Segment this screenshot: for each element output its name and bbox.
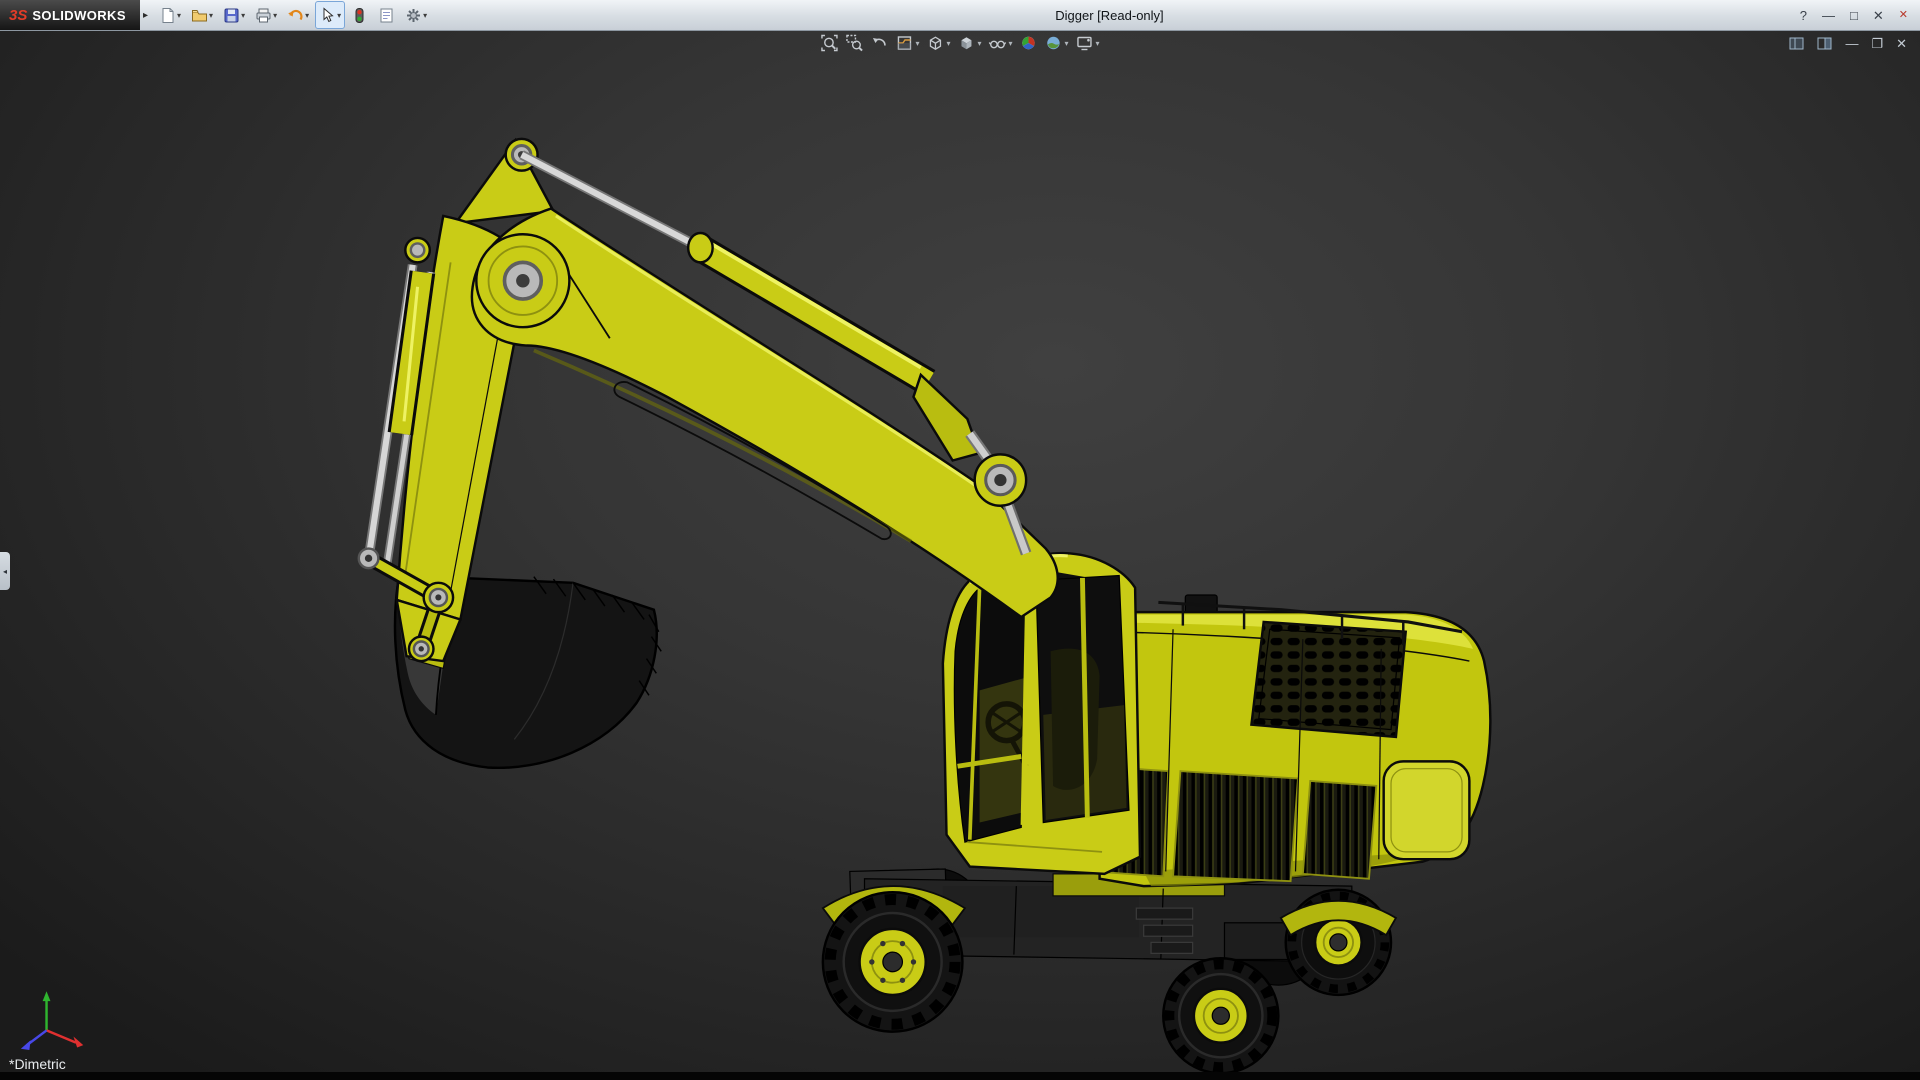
undo-arrow-icon: [287, 7, 304, 24]
maximize-button[interactable]: □: [1850, 9, 1858, 22]
doc-restore-button[interactable]: ❐: [1871, 37, 1883, 50]
previous-view-icon: [870, 34, 888, 52]
options-button[interactable]: ▾: [401, 1, 431, 29]
floppy-icon: [223, 7, 240, 24]
zoom-to-fit-button[interactable]: [820, 34, 838, 52]
gear-icon: [405, 7, 422, 24]
titlebar: 3S SOLIDWORKS ▸ ▾ ▾ ▾ ▾ ▾: [0, 0, 1920, 31]
zoom-to-area-button[interactable]: [845, 34, 863, 52]
file-properties-button[interactable]: [374, 1, 399, 29]
folder-icon: [191, 7, 208, 24]
solidworks-logo: 3S SOLIDWORKS: [0, 0, 140, 30]
view-settings-button[interactable]: ▾: [1076, 34, 1100, 52]
excavator-body[interactable]: [823, 553, 1491, 1072]
sheet-icon: [378, 7, 395, 24]
main-toolbar: ▾ ▾ ▾ ▾ ▾ ▾: [155, 1, 431, 29]
display-style-button[interactable]: ▾: [957, 34, 981, 52]
cursor-icon: [319, 7, 336, 24]
cab-steps: [1136, 908, 1192, 919]
chevron-down-icon[interactable]: ▾: [177, 11, 181, 20]
view-orientation-label: *Dimetric: [9, 1056, 66, 1072]
doc-close-button[interactable]: ✕: [1896, 37, 1907, 50]
chevron-down-icon[interactable]: ▾: [946, 39, 950, 48]
edit-appearance-button[interactable]: [1020, 34, 1038, 52]
orientation-triad[interactable]: [21, 991, 83, 1050]
section-view-icon: [895, 34, 913, 52]
document-title: Digger [Read-only]: [431, 8, 1788, 23]
chevron-down-icon[interactable]: ▾: [241, 11, 245, 20]
undo-button[interactable]: ▾: [283, 1, 313, 29]
rebuild-button[interactable]: [347, 1, 372, 29]
open-button[interactable]: ▾: [187, 1, 217, 29]
window-controls: ? — □ ✕ ✕: [1788, 9, 1920, 22]
excavator-wheel-front-right[interactable]: [1163, 958, 1278, 1072]
chevron-down-icon[interactable]: ▾: [1065, 39, 1069, 48]
brand-name: SOLIDWORKS: [32, 9, 126, 22]
bottom-strip: [0, 1072, 1920, 1080]
help-button[interactable]: ?: [1800, 9, 1807, 22]
apply-scene-button[interactable]: ▾: [1045, 34, 1069, 52]
page-icon: [159, 7, 176, 24]
dassault-logo-icon: 3S: [9, 8, 27, 23]
triad-y-axis: [43, 991, 51, 1001]
chevron-down-icon[interactable]: ▾: [209, 11, 213, 20]
zoom-fit-icon: [820, 34, 838, 52]
chevron-down-icon[interactable]: ▾: [337, 11, 341, 20]
glasses-icon: [989, 34, 1007, 52]
view-settings-icon: [1076, 34, 1094, 52]
rear-access-door: [1384, 761, 1470, 859]
menu-expand-icon[interactable]: ▸: [143, 10, 148, 21]
hide-show-items-button[interactable]: ▾: [989, 34, 1013, 52]
heads-up-view-toolbar: ▾ ▾ ▾ ▾: [820, 34, 1099, 52]
excavator-wheel-front[interactable]: [823, 892, 963, 1031]
document-window-controls: — ❐ ✕: [1789, 37, 1907, 50]
doc-minimize-button[interactable]: —: [1845, 37, 1858, 50]
chevron-down-icon[interactable]: ▾: [273, 11, 277, 20]
chevron-down-icon[interactable]: ▾: [305, 11, 309, 20]
chevron-down-icon[interactable]: ▾: [423, 11, 427, 20]
minimize-button[interactable]: —: [1822, 9, 1835, 22]
model-canvas[interactable]: [0, 30, 1920, 1072]
chevron-down-icon[interactable]: ▾: [1009, 39, 1013, 48]
section-view-button[interactable]: ▾: [895, 34, 919, 52]
close-button[interactable]: ✕: [1873, 9, 1884, 22]
display-pane-icon[interactable]: [1817, 37, 1832, 50]
solidworks-window: 3S SOLIDWORKS ▸ ▾ ▾ ▾ ▾ ▾: [0, 0, 1920, 1080]
select-button[interactable]: ▾: [315, 1, 345, 29]
chevron-down-icon[interactable]: ▾: [915, 39, 919, 48]
scene-globe-icon: [1045, 34, 1063, 52]
chevron-down-icon[interactable]: ▾: [977, 39, 981, 48]
graphics-viewport[interactable]: ▾ ▾ ▾ ▾: [0, 30, 1920, 1072]
triad-z-axis: [21, 1040, 31, 1050]
traffic-light-icon: [351, 7, 368, 24]
collapse-arrow-icon: ◂: [3, 567, 7, 576]
side-louver-panel: [1303, 781, 1376, 879]
printer-icon: [255, 7, 272, 24]
featuremanager-pane-icon[interactable]: [1789, 37, 1804, 50]
appearance-ball-icon: [1020, 34, 1038, 52]
save-button[interactable]: ▾: [219, 1, 249, 29]
view-orientation-icon: [926, 34, 944, 52]
chevron-down-icon[interactable]: ▾: [1096, 39, 1100, 48]
print-button[interactable]: ▾: [251, 1, 281, 29]
view-orientation-button[interactable]: ▾: [926, 34, 950, 52]
side-louver-panel: [1173, 771, 1298, 881]
featuremanager-collapse-tab[interactable]: ◂: [0, 552, 10, 590]
display-style-icon: [957, 34, 975, 52]
operator-seat: [1051, 649, 1100, 790]
previous-view-button[interactable]: [870, 34, 888, 52]
stick-extension: [456, 140, 554, 223]
app-close-icon[interactable]: ✕: [1899, 10, 1908, 21]
zoom-area-icon: [845, 34, 863, 52]
new-document-button[interactable]: ▾: [155, 1, 185, 29]
